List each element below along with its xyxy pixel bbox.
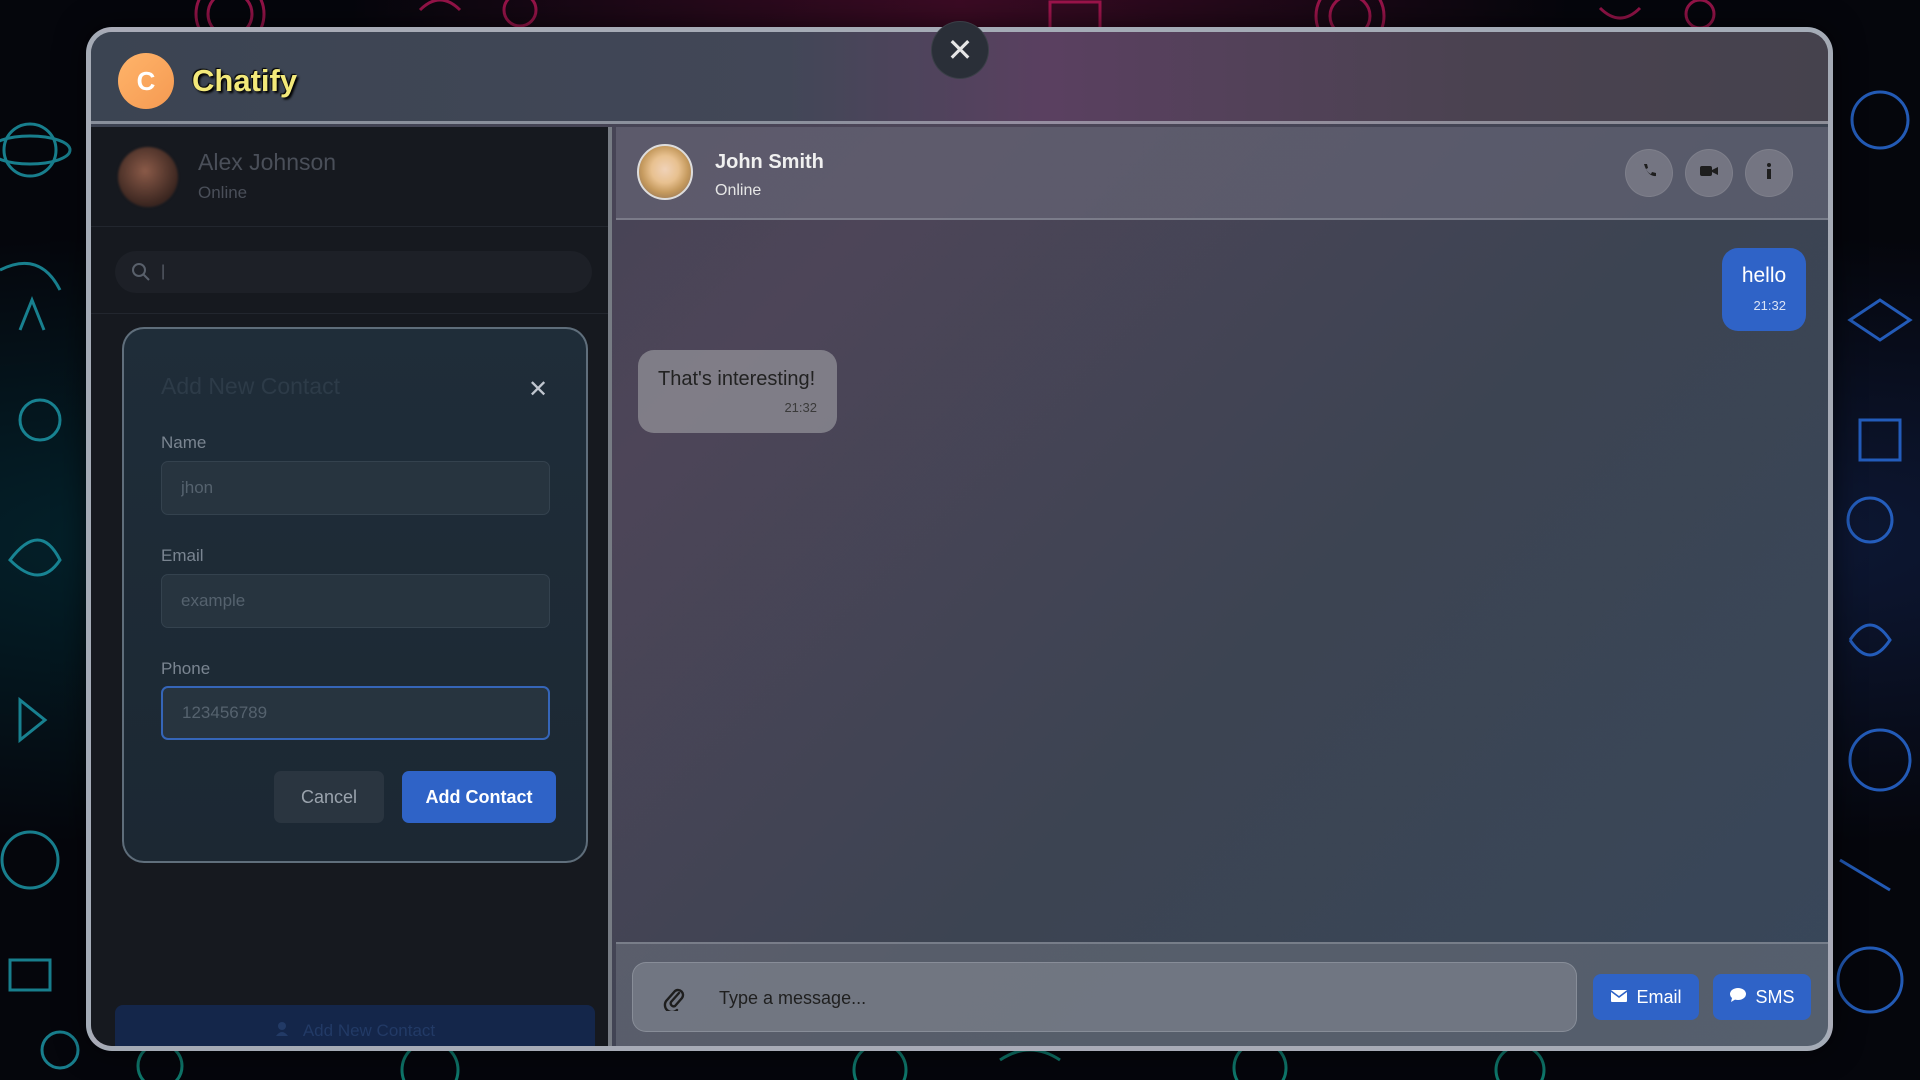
message-text: That's interesting! bbox=[658, 368, 816, 390]
divider bbox=[91, 313, 608, 314]
email-field[interactable] bbox=[161, 574, 550, 628]
attachment-icon[interactable] bbox=[663, 985, 685, 1016]
name-label: Name bbox=[161, 433, 207, 452]
video-camera-icon bbox=[1699, 164, 1719, 183]
search-icon bbox=[131, 262, 151, 287]
add-contact-modal: Add New Contact ✕ Name Email Phone Cance… bbox=[122, 327, 588, 863]
send-email-button[interactable]: Email bbox=[1593, 974, 1699, 1020]
send-sms-button[interactable]: SMS bbox=[1713, 974, 1811, 1020]
message-text: hello bbox=[1741, 264, 1787, 287]
app-name: Chatify bbox=[192, 63, 298, 98]
message-time: 21:32 bbox=[1753, 298, 1786, 313]
close-icon: ✕ bbox=[946, 32, 974, 68]
chat-header: John Smith Online bbox=[616, 127, 1828, 220]
message-bubble-incoming: That's interesting! 21:32 bbox=[638, 350, 837, 433]
search-input[interactable] bbox=[161, 257, 561, 287]
add-new-contact-label: Add New Contact bbox=[302, 1021, 436, 1040]
info-button[interactable] bbox=[1745, 149, 1793, 197]
close-icon[interactable]: ✕ bbox=[528, 375, 548, 404]
avatar bbox=[118, 147, 178, 207]
user-profile[interactable]: Alex Johnson Online bbox=[91, 127, 608, 227]
email-button-label: Email bbox=[1636, 986, 1682, 1007]
phone-call-button[interactable] bbox=[1625, 149, 1673, 197]
chat-bubble-icon bbox=[1729, 987, 1747, 1008]
close-window-button[interactable]: ✕ bbox=[931, 21, 989, 79]
cancel-button[interactable]: Cancel bbox=[274, 771, 384, 823]
message-time: 21:32 bbox=[784, 400, 817, 415]
sidebar: Alex Johnson Online Add New Contact Add … bbox=[91, 127, 612, 1046]
contact-avatar bbox=[637, 144, 693, 200]
message-input[interactable] bbox=[719, 983, 1539, 1013]
search-box[interactable] bbox=[115, 251, 592, 293]
phone-label: Phone bbox=[161, 659, 211, 678]
info-icon bbox=[1765, 162, 1773, 185]
sms-button-label: SMS bbox=[1755, 986, 1795, 1007]
message-list: hello 21:32 That's interesting! 21:32 bbox=[616, 222, 1828, 942]
phone-icon bbox=[1640, 162, 1658, 185]
email-label: Email bbox=[161, 546, 204, 565]
app-window: C Chatify Alex Johnson Online Add New Co… bbox=[86, 27, 1833, 1051]
app-logo: C bbox=[118, 53, 174, 109]
modal-title: Add New Contact bbox=[161, 373, 340, 399]
contact-name: John Smith bbox=[715, 151, 824, 173]
contact-status: Online bbox=[715, 182, 762, 199]
profile-name: Alex Johnson bbox=[198, 149, 337, 175]
video-call-button[interactable] bbox=[1685, 149, 1733, 197]
add-contact-button[interactable]: Add Contact bbox=[402, 771, 556, 823]
envelope-icon bbox=[1610, 987, 1628, 1008]
add-new-contact-button[interactable]: Add New Contact bbox=[115, 1005, 595, 1046]
composer-bar: Email SMS bbox=[616, 942, 1828, 1046]
add-user-icon bbox=[275, 1020, 293, 1043]
message-bubble-outgoing: hello 21:32 bbox=[1722, 248, 1806, 331]
phone-field[interactable] bbox=[161, 686, 550, 740]
name-field[interactable] bbox=[161, 461, 550, 515]
composer bbox=[632, 962, 1577, 1032]
profile-status: Online bbox=[198, 183, 248, 202]
